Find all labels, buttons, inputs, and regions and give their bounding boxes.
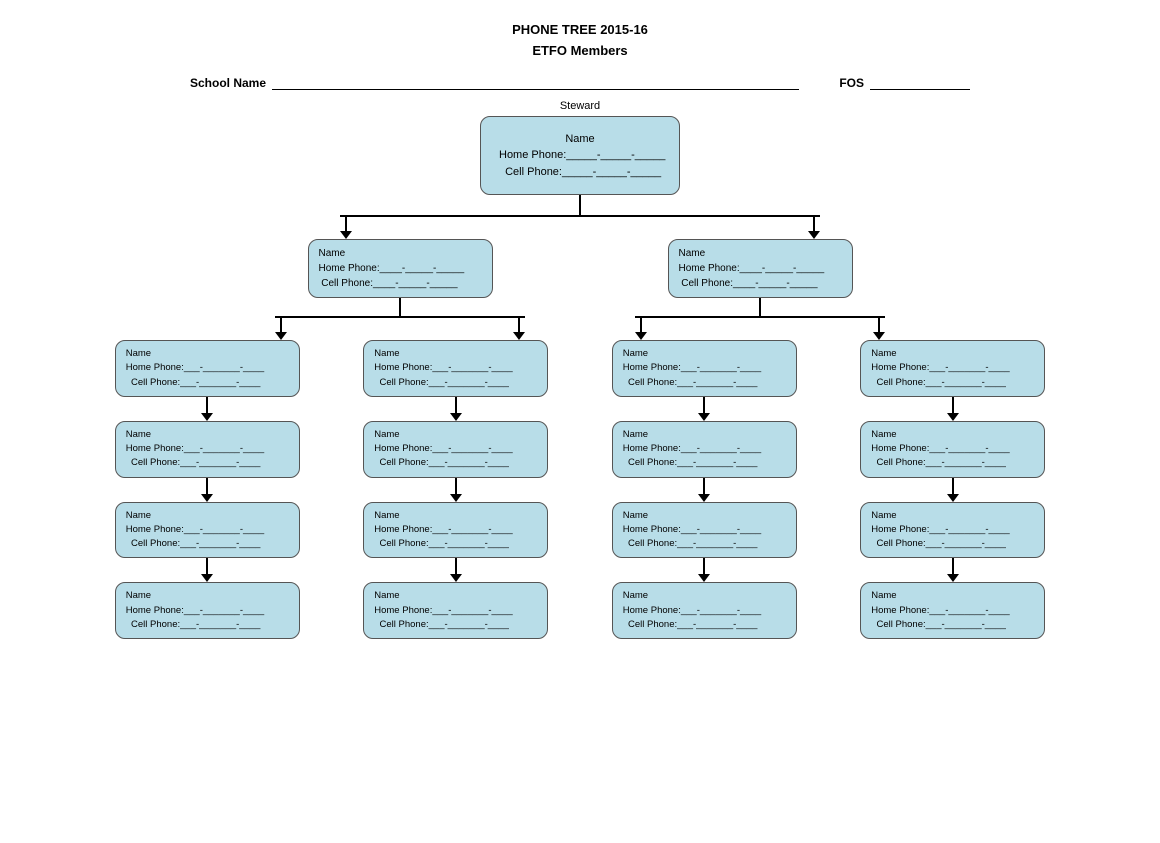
leaf-2-3: Name Home Phone:___-_______-____ Cell Ph… bbox=[612, 421, 797, 478]
mid-left-node: Name Home Phone:____-_____-_____ Cell Ph… bbox=[308, 239, 493, 298]
school-line: School Name FOS bbox=[190, 76, 970, 90]
leaf-2-2: Name Home Phone:___-_______-____ Cell Ph… bbox=[363, 421, 548, 478]
leaf-3-3: Name Home Phone:___-_______-____ Cell Ph… bbox=[612, 502, 797, 559]
leaf-col-3-4: Name Home Phone:___-_______-____ Cell Ph… bbox=[836, 502, 1071, 583]
leaf-3-1: Name Home Phone:___-_______-____ Cell Ph… bbox=[115, 502, 300, 559]
leaf-3-2: Name Home Phone:___-_______-____ Cell Ph… bbox=[363, 502, 548, 559]
mid-row: Name Home Phone:____-_____-_____ Cell Ph… bbox=[130, 239, 1030, 340]
mid-left-connector bbox=[340, 217, 352, 239]
leaf-col-4-4: Name Home Phone:___-_______-____ Cell Ph… bbox=[836, 582, 1071, 639]
leaf-row-4: Name Home Phone:___-_______-____ Cell Ph… bbox=[90, 582, 1070, 639]
leaf-2-1: Name Home Phone:___-_______-____ Cell Ph… bbox=[115, 421, 300, 478]
leaf-col-3-1: Name Home Phone:___-_______-____ Cell Ph… bbox=[90, 502, 325, 583]
leaf-3-4: Name Home Phone:___-_______-____ Cell Ph… bbox=[860, 502, 1045, 559]
leaf-1-2: Name Home Phone:___-_______-____ Cell Ph… bbox=[363, 340, 548, 397]
school-label: School Name bbox=[190, 76, 266, 90]
mid-right-node: Name Home Phone:____-_____-_____ Cell Ph… bbox=[668, 239, 853, 298]
root-home: Home Phone:_____-_____-_____ bbox=[499, 147, 661, 164]
leaf-col-3-2: Name Home Phone:___-_______-____ Cell Ph… bbox=[339, 502, 574, 583]
title-line2: ETFO Members bbox=[20, 41, 1140, 62]
school-blank bbox=[272, 76, 799, 90]
fos-label: FOS bbox=[839, 76, 864, 90]
root-vert-line bbox=[579, 195, 581, 215]
leaf-row-1: Name Home Phone:___-_______-____ Cell Ph… bbox=[90, 340, 1070, 421]
leaf-row-3: Name Home Phone:___-_______-____ Cell Ph… bbox=[90, 502, 1070, 583]
root-node: Name Home Phone:_____-_____-_____ Cell P… bbox=[480, 116, 680, 196]
steward-label: Steward bbox=[560, 100, 600, 112]
root-cell: Cell Phone:_____-_____-_____ bbox=[499, 164, 661, 181]
mid-left-group: Name Home Phone:____-_____-_____ Cell Ph… bbox=[275, 239, 525, 340]
mid-right-connector bbox=[808, 217, 820, 239]
fos-blank bbox=[870, 76, 970, 90]
leaf-4-3: Name Home Phone:___-_______-____ Cell Ph… bbox=[612, 582, 797, 639]
page-title: PHONE TREE 2015-16 ETFO Members bbox=[20, 20, 1140, 62]
leaf-col-4-1: Name Home Phone:___-_______-____ Cell Ph… bbox=[90, 582, 325, 639]
leaf-col-2: Name Home Phone:___-_______-____ Cell Ph… bbox=[339, 340, 574, 421]
leaf-1-3: Name Home Phone:___-_______-____ Cell Ph… bbox=[612, 340, 797, 397]
leaf-col-2-2: Name Home Phone:___-_______-____ Cell Ph… bbox=[339, 421, 574, 502]
leaf-4-1: Name Home Phone:___-_______-____ Cell Ph… bbox=[115, 582, 300, 639]
root-split-ends bbox=[340, 217, 820, 239]
leaf-row-2: Name Home Phone:___-_______-____ Cell Ph… bbox=[90, 421, 1070, 502]
title-line1: PHONE TREE 2015-16 bbox=[20, 20, 1140, 41]
leaf-col-4: Name Home Phone:___-_______-____ Cell Ph… bbox=[836, 340, 1071, 421]
phone-tree: Steward Name Home Phone:_____-_____-____… bbox=[20, 100, 1140, 640]
leaf-col-2-3: Name Home Phone:___-_______-____ Cell Ph… bbox=[587, 421, 822, 502]
leaf-col-3-3: Name Home Phone:___-_______-____ Cell Ph… bbox=[587, 502, 822, 583]
leaf-4-2: Name Home Phone:___-_______-____ Cell Ph… bbox=[363, 582, 548, 639]
leaf-2-4: Name Home Phone:___-_______-____ Cell Ph… bbox=[860, 421, 1045, 478]
leaf-col-2-1: Name Home Phone:___-_______-____ Cell Ph… bbox=[90, 421, 325, 502]
leaf-4-4: Name Home Phone:___-_______-____ Cell Ph… bbox=[860, 582, 1045, 639]
leaf-col-2-4: Name Home Phone:___-_______-____ Cell Ph… bbox=[836, 421, 1071, 502]
leaf-col-1: Name Home Phone:___-_______-____ Cell Ph… bbox=[90, 340, 325, 421]
leaf-1-4: Name Home Phone:___-_______-____ Cell Ph… bbox=[860, 340, 1045, 397]
leaf-col-4-3: Name Home Phone:___-_______-____ Cell Ph… bbox=[587, 582, 822, 639]
root-split bbox=[340, 215, 820, 239]
root-name: Name bbox=[499, 131, 661, 148]
leaf-col-3: Name Home Phone:___-_______-____ Cell Ph… bbox=[587, 340, 822, 421]
mid-right-group: Name Home Phone:____-_____-_____ Cell Ph… bbox=[635, 239, 885, 340]
leaf-col-4-2: Name Home Phone:___-_______-____ Cell Ph… bbox=[339, 582, 574, 639]
leaf-1-1: Name Home Phone:___-_______-____ Cell Ph… bbox=[115, 340, 300, 397]
